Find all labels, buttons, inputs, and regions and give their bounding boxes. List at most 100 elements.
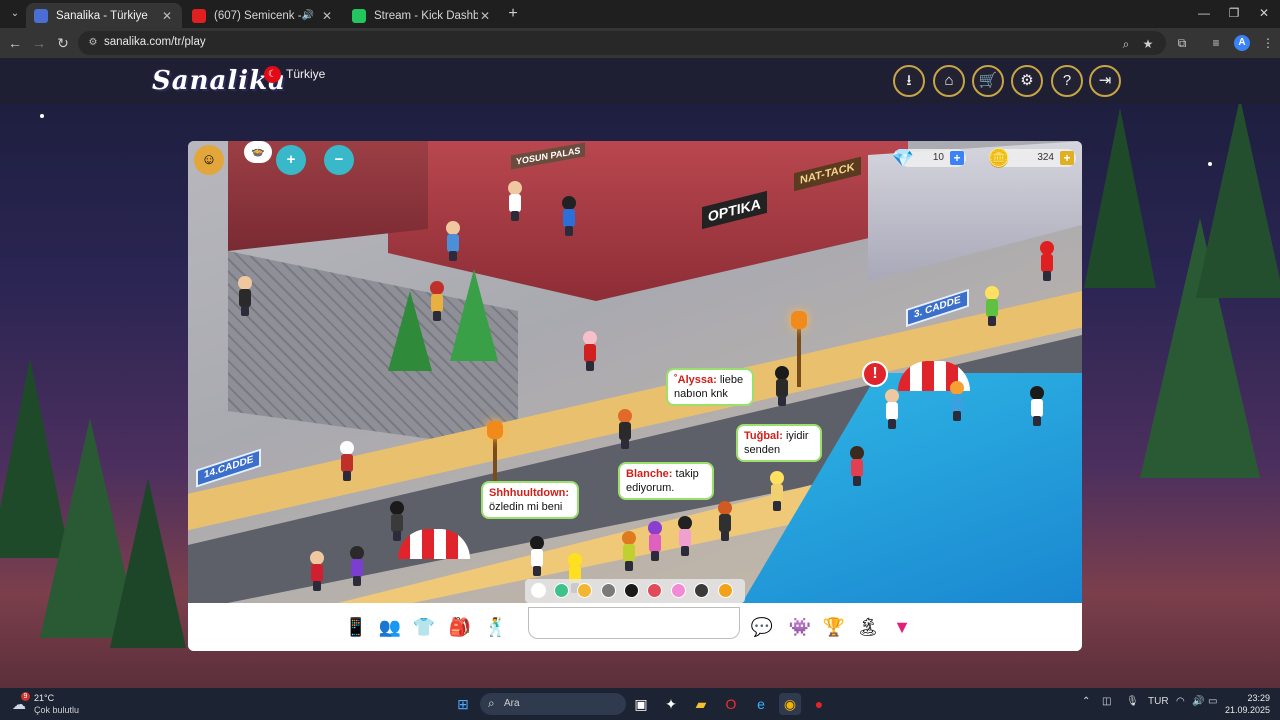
player-avatar[interactable] [560,196,578,236]
bag-icon[interactable]: 🎒 [446,613,474,641]
game-canvas[interactable]: YOSUN PALAS OPTIKA NAT-TACK 14.CADDE 3. … [188,141,1082,651]
profile-avatar[interactable]: A [1234,35,1250,51]
chat-icon[interactable]: 💬 [748,613,776,641]
alert-icon[interactable]: ! [862,361,888,387]
player-avatar[interactable] [528,536,546,576]
player-avatar[interactable] [983,286,1001,326]
color-swatch[interactable] [531,583,546,598]
player-avatar[interactable] [676,516,694,556]
player-avatar[interactable] [883,389,901,429]
player-avatar[interactable] [506,181,524,221]
maximize-icon[interactable]: ❐ [1226,6,1242,20]
chrome-icon[interactable]: ◉ [779,693,801,715]
phone-icon[interactable]: 📱 [342,613,370,641]
color-swatch[interactable] [647,583,662,598]
tray-chevron-icon[interactable]: ⌃ [1082,696,1090,707]
trophy-icon[interactable]: 🏆 [820,613,848,641]
add-diamonds-button[interactable]: + [950,151,964,165]
tab-youtube[interactable]: (607) Semicenk - Bende ka... 🔊 ✕ [184,3,342,28]
color-swatch[interactable] [694,583,709,598]
tab-search-icon[interactable]: ⌄ [6,5,24,23]
cart-button[interactable]: 🛒 [972,65,1004,97]
zoom-out-button[interactable]: − [324,145,354,175]
coin-counter[interactable]: 🪙 324 + [988,148,1076,168]
file-explorer-icon[interactable]: ▰ [690,693,712,715]
volume-icon[interactable]: 🔊 [1192,696,1204,707]
player-avatar[interactable] [1038,241,1056,281]
player-avatar[interactable] [1028,386,1046,426]
color-swatch[interactable] [718,583,733,598]
site-info-icon[interactable]: ⚙ [86,36,100,50]
weather-temperature[interactable]: 21°C [34,693,54,703]
reading-list-icon[interactable]: ≡ [1208,35,1224,51]
start-button[interactable]: ⊞ [452,693,474,715]
pet-icon[interactable]: 👾 [786,613,814,641]
reload-icon[interactable]: ↻ [54,34,72,52]
close-tab-icon[interactable]: ✕ [320,9,334,23]
player-avatar[interactable] [716,501,734,541]
tab-kick[interactable]: Stream - Kick Dashboard ✕ [344,3,500,28]
game-scene[interactable]: YOSUN PALAS OPTIKA NAT-TACK 14.CADDE 3. … [188,141,1082,603]
menu-icon[interactable]: ⋮ [1260,35,1276,51]
battery-icon[interactable]: ▭ [1208,696,1217,707]
close-window-icon[interactable]: ✕ [1256,6,1272,20]
diamond-shop-icon[interactable]: ▼ [888,613,916,641]
add-coins-button[interactable]: + [1060,151,1074,165]
player-avatar[interactable] [620,531,638,571]
chat-input[interactable] [528,607,740,639]
home-button[interactable]: ⌂ [933,65,965,97]
address-bar[interactable]: ⚙ sanalika.com/tr/play ⌕ ★ [78,31,1166,55]
player-avatar[interactable] [428,281,446,321]
extensions-icon[interactable]: ⧉ [1174,35,1190,51]
color-swatch[interactable] [577,583,592,598]
clothes-icon[interactable]: 👕 [410,613,438,641]
speaker-icon[interactable]: 🔊 [302,10,314,21]
island-icon[interactable]: 🏝 [854,613,882,641]
player-avatar[interactable] [348,546,366,586]
edge-icon[interactable]: e [750,693,772,715]
dance-icon[interactable]: 🕺 [482,613,510,641]
player-avatar[interactable] [768,471,786,511]
taskbar-search[interactable]: ⌕ Ara [480,693,626,715]
zoom-icon[interactable]: ⌕ [1118,36,1134,52]
weather-description[interactable]: Çok bulutlu [34,705,79,715]
app-icon[interactable]: ● [808,693,830,715]
zoom-in-button[interactable]: + [276,145,306,175]
forward-icon[interactable]: → [30,34,48,52]
tab-sanalika[interactable]: Sanalika - Türkiye ✕ [26,3,182,28]
opera-icon[interactable]: O [720,693,742,715]
settings-button[interactable]: ⚙ [1011,65,1043,97]
bookmark-star-icon[interactable]: ★ [1140,36,1156,52]
player-avatar[interactable] [848,446,866,486]
copilot-icon[interactable]: ✦ [660,693,682,715]
color-swatch[interactable] [601,583,616,598]
language-indicator[interactable]: TUR [1148,696,1169,707]
new-tab-button[interactable]: + [504,5,522,23]
wifi-icon[interactable]: ◠ [1176,696,1185,707]
logout-button[interactable]: ⇥ [1089,65,1121,97]
close-tab-icon[interactable]: ✕ [160,9,174,23]
minimize-icon[interactable]: — [1196,6,1212,20]
microphone-icon[interactable]: 🎙 [1126,696,1139,707]
player-avatar[interactable] [338,441,356,481]
close-tab-icon[interactable]: ✕ [478,9,492,23]
player-avatar[interactable] [581,331,599,371]
friends-icon[interactable]: 👥 [376,613,404,641]
country-label[interactable]: Türkiye [286,67,325,81]
color-swatch[interactable] [624,583,639,598]
download-button[interactable]: ⭳ [893,65,925,97]
clock[interactable]: 23:29 21.09.2025 [1220,692,1270,716]
color-swatch[interactable] [671,583,686,598]
diamond-counter[interactable]: 💎 10 + [892,148,966,168]
help-button[interactable]: ? [1051,65,1083,97]
player-portrait-avatar[interactable]: ☺ [194,145,224,175]
back-icon[interactable]: ← [6,34,24,52]
player-avatar[interactable] [236,276,254,316]
player-avatar[interactable] [388,501,406,541]
player-avatar[interactable] [773,366,791,406]
player-avatar[interactable] [444,221,462,261]
thought-bubble-icon[interactable]: 🍲 [244,141,272,163]
player-avatar[interactable] [616,409,634,449]
task-view-icon[interactable]: ▣ [630,693,652,715]
player-avatar[interactable] [308,551,326,591]
